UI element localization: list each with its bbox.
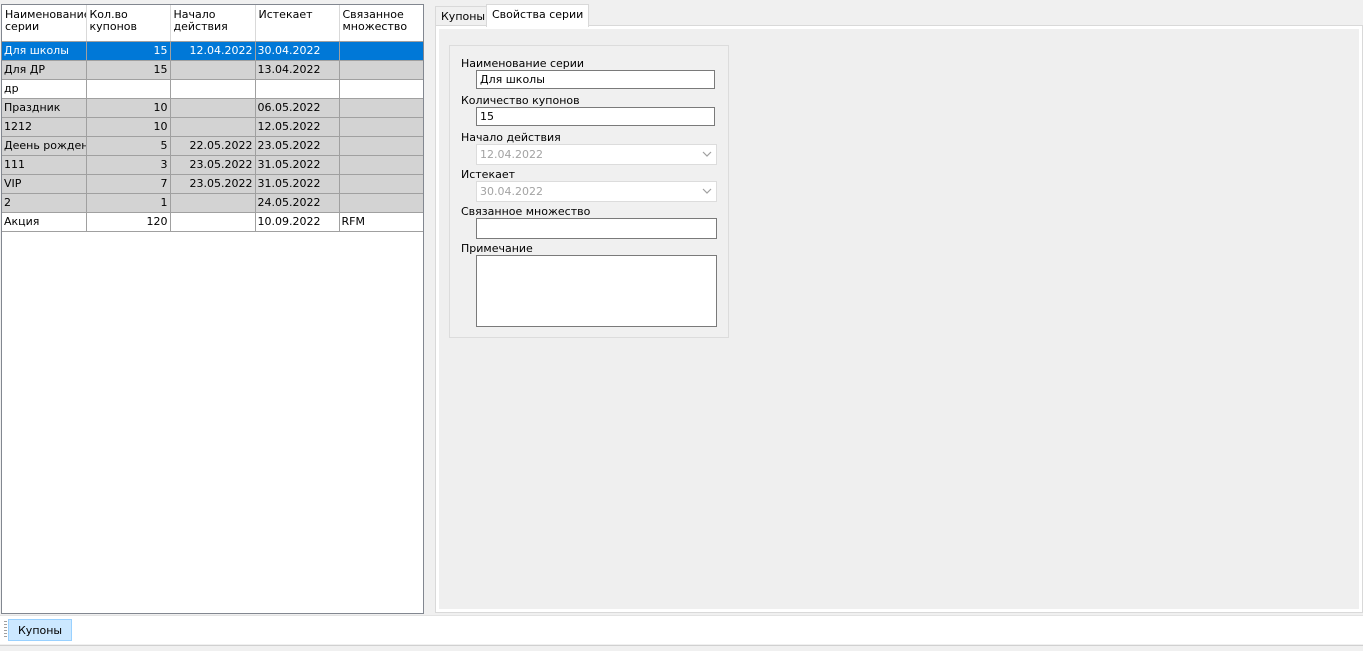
chevron-down-icon [702,151,712,157]
column-header-name[interactable]: Наименование серии [2,5,87,42]
cell-expires[interactable]: 06.05.2022 [255,98,340,118]
coupon-count-field[interactable]: 15 [476,107,715,126]
linked-set-label: Связанное множество [461,205,591,218]
tab-coupons[interactable]: Купоны [435,6,492,26]
cell-name[interactable]: др [2,79,87,99]
cell-start[interactable] [170,79,256,99]
note-label: Примечание [461,242,533,255]
expires-date-value: 30.04.2022 [480,185,543,198]
table-row[interactable]: 2 1 24.05.2022 [2,193,423,213]
cell-expires[interactable]: 10.09.2022 [255,212,340,232]
linked-set-field[interactable] [476,218,717,239]
cell-name[interactable]: VIP [2,174,87,194]
bottom-toolbar: Купоны [0,615,1363,644]
start-date-label: Начало действия [461,131,561,144]
table-row[interactable]: 1212 10 12.05.2022 [2,117,423,137]
cell-name[interactable]: 1212 [2,117,87,137]
coupon-series-grid[interactable]: Наименование серии Кол.во купонов Начало… [1,4,424,614]
cell-expires[interactable]: 30.04.2022 [255,41,340,61]
cell-start[interactable]: 22.05.2022 [170,136,256,156]
cell-set[interactable] [339,117,423,137]
toolbar-grip-icon[interactable] [4,621,7,639]
note-textarea[interactable] [476,255,717,327]
cell-name[interactable]: Акция [2,212,87,232]
cell-count[interactable]: 10 [86,98,171,118]
cell-name[interactable]: Для ДР [2,60,87,80]
cell-set[interactable] [339,41,423,61]
cell-start[interactable] [170,117,256,137]
cell-set[interactable] [339,136,423,156]
cell-expires[interactable]: 24.05.2022 [255,193,340,213]
cell-count[interactable] [86,79,171,99]
coupon-count-label: Количество купонов [461,94,580,107]
cell-name[interactable]: Праздник [2,98,87,118]
cell-count[interactable]: 1 [86,193,171,213]
cell-start[interactable]: 23.05.2022 [170,174,256,194]
cell-count[interactable]: 15 [86,60,171,80]
cell-start[interactable] [170,212,256,232]
cell-start[interactable] [170,193,256,213]
cell-expires[interactable]: 13.04.2022 [255,60,340,80]
table-row[interactable]: Праздник 10 06.05.2022 [2,98,423,118]
table-row[interactable]: Деень рождения 5 22.05.2022 23.05.2022 [2,136,423,156]
column-header-set[interactable]: Связанное множество [339,5,423,42]
cell-set[interactable] [339,98,423,118]
start-date-picker[interactable]: 12.04.2022 [476,144,717,165]
cell-expires[interactable]: 31.05.2022 [255,155,340,175]
splitter[interactable] [424,4,432,612]
series-name-field[interactable]: Для школы [476,70,715,89]
series-name-label: Наименование серии [461,57,585,70]
cell-name[interactable]: 2 [2,193,87,213]
expires-label: Истекает [461,168,516,181]
column-header-start[interactable]: Начало действия [170,5,256,42]
cell-start[interactable]: 12.04.2022 [170,41,256,61]
cell-count[interactable]: 10 [86,117,171,137]
cell-expires[interactable]: 12.05.2022 [255,117,340,137]
cell-name[interactable]: 111 [2,155,87,175]
expires-date-picker[interactable]: 30.04.2022 [476,181,717,202]
table-row[interactable]: 111 3 23.05.2022 31.05.2022 [2,155,423,175]
cell-set[interactable]: RFM [339,212,423,232]
table-row[interactable]: др [2,79,423,99]
cell-start[interactable] [170,60,256,80]
tab-series-properties[interactable]: Свойства серии [486,4,590,27]
series-properties-group: Наименование серии Для школы Количество … [449,45,729,338]
chevron-down-icon [702,188,712,194]
cell-expires[interactable] [255,79,340,99]
status-strip [0,645,1363,651]
column-header-count[interactable]: Кол.во купонов [86,5,171,42]
coupons-button[interactable]: Купоны [8,619,73,641]
cell-count[interactable]: 3 [86,155,171,175]
cell-set[interactable] [339,79,423,99]
start-date-value: 12.04.2022 [480,148,543,161]
cell-expires[interactable]: 31.05.2022 [255,174,340,194]
table-row[interactable]: Акция 120 10.09.2022 RFM [2,212,423,232]
cell-start[interactable] [170,98,256,118]
cell-count[interactable]: 7 [86,174,171,194]
cell-start[interactable]: 23.05.2022 [170,155,256,175]
cell-set[interactable] [339,60,423,80]
table-row[interactable]: Для ДР 15 13.04.2022 [2,60,423,80]
cell-set[interactable] [339,174,423,194]
cell-set[interactable] [339,193,423,213]
cell-name[interactable]: Деень рождения [2,136,87,156]
cell-count[interactable]: 120 [86,212,171,232]
cell-name[interactable]: Для школы [2,41,87,61]
table-row[interactable]: VIP 7 23.05.2022 31.05.2022 [2,174,423,194]
cell-set[interactable] [339,155,423,175]
grid-header-row: Наименование серии Кол.во купонов Начало… [2,5,423,42]
cell-count[interactable]: 5 [86,136,171,156]
tab-panel-body: Наименование серии Для школы Количество … [439,29,1359,609]
cell-expires[interactable]: 23.05.2022 [255,136,340,156]
cell-count[interactable]: 15 [86,41,171,61]
tab-panel-series-properties: Наименование серии Для школы Количество … [435,25,1363,613]
table-row[interactable]: Для школы 15 12.04.2022 30.04.2022 [2,41,423,61]
column-header-expires[interactable]: Истекает [255,5,340,42]
